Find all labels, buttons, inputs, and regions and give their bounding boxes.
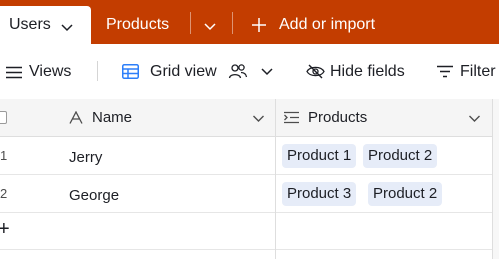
hamburger-menu-icon[interactable] xyxy=(6,66,22,79)
add-record-row[interactable]: + xyxy=(0,213,492,250)
eye-slash-icon xyxy=(306,64,325,79)
linked-records-icon xyxy=(284,111,299,124)
product-chip[interactable]: Product 3 xyxy=(282,182,357,206)
tab-users[interactable]: Users xyxy=(0,6,91,44)
grid-view-icon xyxy=(122,64,139,79)
grid-blank-area xyxy=(493,99,499,259)
tab-divider xyxy=(232,12,233,34)
column-header-label: Name xyxy=(92,109,133,126)
grid-header-row: Name Products xyxy=(0,99,492,137)
select-all-checkbox[interactable] xyxy=(0,111,7,124)
product-chip[interactable]: Product 2 xyxy=(363,144,438,168)
views-button[interactable]: Views xyxy=(29,63,71,81)
chevron-down-icon[interactable] xyxy=(468,112,481,125)
table-row[interactable]: 1 Jerry Product 1 Product 2 xyxy=(0,137,492,175)
table-tab-bar: Users Products Add or import xyxy=(0,0,499,44)
tab-products[interactable]: Products xyxy=(106,16,169,34)
filter-icon xyxy=(437,65,453,78)
name-cell[interactable]: George xyxy=(69,187,119,204)
row-number: 1 xyxy=(0,148,8,163)
filter-button[interactable]: Filter xyxy=(460,63,496,81)
name-cell[interactable]: Jerry xyxy=(69,149,102,166)
grid-view-button[interactable]: Grid view xyxy=(150,63,217,81)
table-row[interactable]: 2 George Product 3 Product 2 xyxy=(0,175,492,213)
column-divider xyxy=(275,99,276,259)
chevron-down-icon[interactable] xyxy=(203,19,217,33)
records-grid: Name Products 1 Jerry Product 1 Product … xyxy=(0,99,499,259)
row-number: 2 xyxy=(0,186,8,201)
tab-divider xyxy=(190,12,191,34)
product-chip[interactable]: Product 2 xyxy=(368,182,443,206)
hide-fields-button[interactable]: Hide fields xyxy=(330,63,405,81)
chevron-down-icon[interactable] xyxy=(60,20,74,34)
add-or-import-button[interactable]: Add or import xyxy=(279,16,375,34)
chevron-down-icon[interactable] xyxy=(260,65,274,79)
column-header-label: Products xyxy=(308,109,368,126)
chevron-down-icon[interactable] xyxy=(252,112,265,125)
tab-users-label: Users xyxy=(9,16,51,33)
view-toolbar: Views Grid view Hide fields Filter xyxy=(0,44,499,100)
text-type-icon xyxy=(69,111,83,124)
toolbar-divider xyxy=(97,61,98,81)
product-chip[interactable]: Product 1 xyxy=(282,144,357,168)
plus-icon[interactable] xyxy=(251,17,267,33)
collaborators-icon xyxy=(228,64,248,79)
add-record-button[interactable]: + xyxy=(0,218,10,241)
